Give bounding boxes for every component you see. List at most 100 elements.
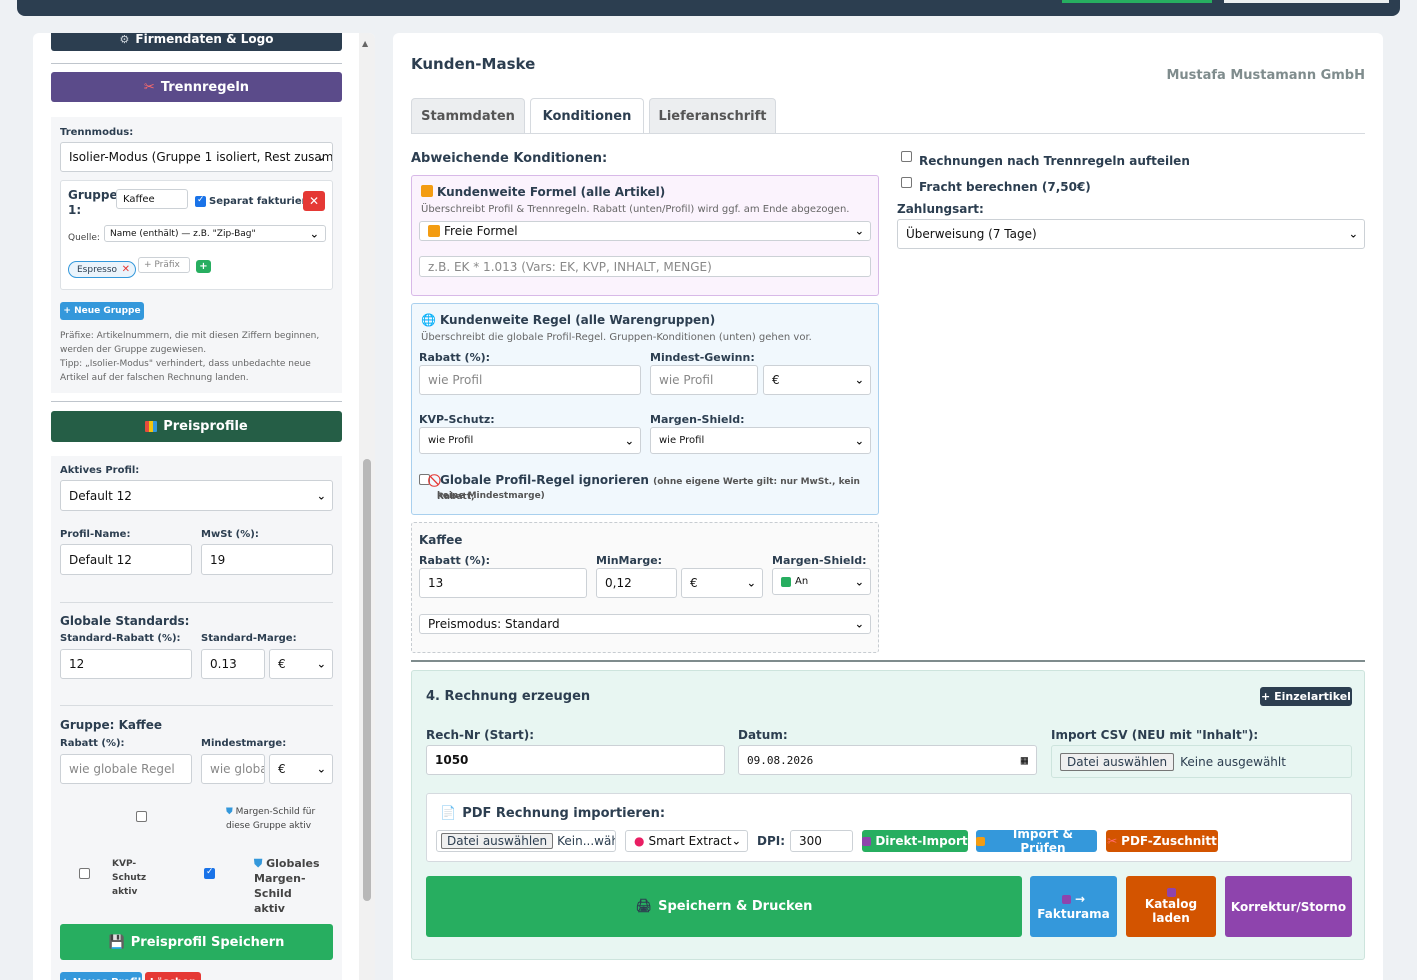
kvp-schutz-checkbox[interactable] <box>79 868 90 879</box>
smart-extract-select[interactable]: ● Smart Extract ⌄ <box>625 830 748 852</box>
pdf-file-button[interactable]: Datei auswählen <box>441 833 554 849</box>
margen-schild-gruppe-label: ⛊ Margen-Schild für diese Gruppe aktiv <box>226 807 316 831</box>
kaffee-shield-select[interactable]: An ⌄ <box>772 568 871 595</box>
regel-title: 🌐 Kundenweite Regel (alle Warengruppen) <box>421 313 716 327</box>
preisprofile-button[interactable]: Preisprofile <box>51 411 342 442</box>
printer-icon: 🖨 <box>635 899 653 914</box>
standard-marge-input[interactable]: 0.13 <box>201 649 265 679</box>
rechnr-input[interactable]: 1050 <box>426 745 725 775</box>
globe-icon: 🌐 <box>421 313 436 327</box>
katalog-laden-button[interactable]: Katalog laden <box>1126 876 1216 937</box>
gruppe-rabatt-input[interactable]: wie globale Regel <box>60 754 192 784</box>
shield-icon: ⛊ <box>226 807 233 817</box>
profil-name-input[interactable]: Default 12 <box>60 544 192 575</box>
mindest-gewinn-label: Mindest-Gewinn: <box>650 351 755 364</box>
globales-margen-schild-checkbox[interactable] <box>204 867 215 879</box>
chevron-down-icon: ⌄ <box>316 657 326 671</box>
pdf-file-input[interactable]: Datei auswählen Kein...wählt <box>436 830 616 852</box>
kaffee-shield-label: Margen-Shield: <box>772 554 867 567</box>
margen-shield-select[interactable]: wie Profil ⌄ <box>650 427 871 454</box>
regel-description: Überschreibt die globale Profil-Regel. G… <box>421 332 812 343</box>
gruppe-name-input[interactable]: Kaffee <box>116 189 188 209</box>
add-praefix-button[interactable]: + <box>196 260 211 273</box>
clipboard-icon <box>976 836 985 846</box>
gruppe-currency-select[interactable]: € ⌄ <box>269 754 333 784</box>
dpi-label: DPI: <box>757 834 786 848</box>
trennmodus-select[interactable]: Isolier-Modus (Gruppe 1 isoliert, Rest z… <box>60 142 333 172</box>
ignore-note: keine Mindestmarge) <box>437 491 545 501</box>
neue-gruppe-button[interactable]: + Neue Gruppe <box>60 302 144 320</box>
aktives-profil-select[interactable]: Default 12 ⌄ <box>60 480 333 511</box>
globale-standards-label: Globale Standards: <box>60 614 190 628</box>
margen-schild-gruppe-checkbox[interactable] <box>136 811 147 822</box>
preismodus-select[interactable]: Preismodus: Standard ⌄ <box>419 614 871 634</box>
mindest-gewinn-input[interactable]: wie Profil <box>650 365 758 395</box>
dpi-input[interactable]: 300 <box>790 830 853 852</box>
kvp-schutz-select[interactable]: wie Profil ⌄ <box>419 427 641 454</box>
firmendaten-button[interactable]: ⚙ Firmendaten & Logo <box>51 33 342 51</box>
praefix-tag: Espresso ✕ <box>68 261 137 278</box>
import-pruefen-button[interactable]: Import & Prüfen <box>976 827 1097 855</box>
regel-box: 🌐 Kundenweite Regel (alle Warengruppen) Ü… <box>411 303 879 515</box>
formel-select[interactable]: Freie Formel ⌄ <box>419 221 871 241</box>
fracht-checkbox[interactable] <box>901 177 912 188</box>
tab-stammdaten[interactable]: Stammdaten <box>411 98 525 133</box>
mindest-gewinn-currency-select[interactable]: € ⌄ <box>763 365 871 395</box>
split-checkbox[interactable] <box>901 151 912 162</box>
quelle-select[interactable]: Name (enthält) — z.B. "Zip-Bag" ⌄ <box>104 225 326 242</box>
regel-rabatt-input[interactable]: wie Profil <box>419 365 641 395</box>
shield-icon: ⛊ <box>254 857 263 870</box>
delete-gruppe-button[interactable]: ✕ <box>303 191 325 211</box>
neues-profil-button[interactable]: + Neues Profil <box>60 972 142 980</box>
scrollbar-thumb[interactable] <box>363 459 371 901</box>
chevron-down-icon: ⌄ <box>854 434 864 447</box>
preisprofile-panel: Aktives Profil: Default 12 ⌄ Profil-Name:… <box>51 456 342 980</box>
remove-tag-icon[interactable]: ✕ <box>122 264 130 275</box>
tab-lieferanschrift[interactable]: Lieferanschrift <box>649 98 776 133</box>
inbox-icon <box>862 836 872 846</box>
datum-input[interactable]: 09.08.2026 ▦ <box>738 745 1037 775</box>
calendar-icon[interactable]: ▦ <box>1021 753 1028 767</box>
scissors-icon: ✂ <box>143 79 155 95</box>
chevron-down-icon: ⌄ <box>731 834 741 848</box>
fakturama-button[interactable]: → Fakturama <box>1030 876 1117 937</box>
separat-checkbox[interactable] <box>195 195 206 207</box>
page-title: Kunden-Maske <box>411 55 536 73</box>
gruppe-kaffee-label: Gruppe: Kaffee <box>60 718 162 732</box>
praefix-input[interactable]: + Präfix <box>138 257 190 273</box>
import-csv-input[interactable]: Datei auswählen Keine ausgewählt <box>1051 745 1352 778</box>
scroll-up-icon[interactable]: ▲ <box>362 39 368 48</box>
chevron-down-icon: ⌄ <box>746 576 756 590</box>
rechnung-title: 4. Rechnung erzeugen <box>426 689 591 704</box>
einzelartikel-button[interactable]: + Einzelartikel <box>1260 687 1352 706</box>
standard-rabatt-input[interactable]: 12 <box>60 649 192 679</box>
trennregeln-button[interactable]: ✂ Trennregeln <box>51 72 342 102</box>
ignore-profil-regel-checkbox[interactable] <box>419 474 430 485</box>
csv-file-button[interactable]: Datei auswählen <box>1060 752 1175 771</box>
gruppe-mindestmarge-label: Mindestmarge: <box>201 738 287 749</box>
minmarge-input[interactable]: 0,12 <box>596 568 677 598</box>
pdf-zuschnitt-button[interactable]: ✂ PDF-Zuschnitt <box>1106 830 1218 852</box>
korrektur-storno-button[interactable]: Korrektur/Storno <box>1225 876 1352 937</box>
tab-konditionen[interactable]: Konditionen <box>530 98 644 134</box>
hint-text-2: werden der Gruppe zugewiesen. <box>60 345 207 355</box>
preisprofil-speichern-button[interactable]: 💾 Preisprofil Speichern <box>60 924 333 960</box>
gruppe-label: Gruppe 1: <box>68 188 118 217</box>
formel-input[interactable]: z.B. EK * 1.013 (Vars: EK, KVP, INHALT, … <box>419 256 871 277</box>
gruppe-mindestmarge-input[interactable]: wie globale Regel <box>201 754 265 784</box>
kaffee-rabatt-input[interactable]: 13 <box>419 568 587 598</box>
zahlungsart-select[interactable]: Überweisung (7 Tage) ⌄ <box>897 219 1365 249</box>
direkt-import-button[interactable]: Direkt-Import <box>862 830 968 852</box>
profil-loeschen-button[interactable]: Löschen <box>145 972 201 980</box>
minmarge-currency-select[interactable]: € ⌄ <box>681 568 763 598</box>
mwst-input[interactable]: 19 <box>201 544 333 575</box>
standard-marge-currency-select[interactable]: € ⌄ <box>269 649 333 679</box>
chevron-down-icon: ⌄ <box>316 150 326 164</box>
speichern-drucken-button[interactable]: 🖨 Speichern & Drucken <box>426 876 1022 937</box>
quelle-label: Quelle: <box>68 233 100 243</box>
top-bar-light-button[interactable] <box>1224 0 1389 3</box>
top-bar-green-button[interactable] <box>1062 0 1212 3</box>
company-name: Mustafa Mustamann GmbH <box>1166 68 1365 83</box>
kaffee-box: Kaffee Rabatt (%): 13 MinMarge: 0,12 € ⌄ … <box>411 522 879 653</box>
sidebar-scrollbar[interactable]: ▲ <box>359 33 375 980</box>
